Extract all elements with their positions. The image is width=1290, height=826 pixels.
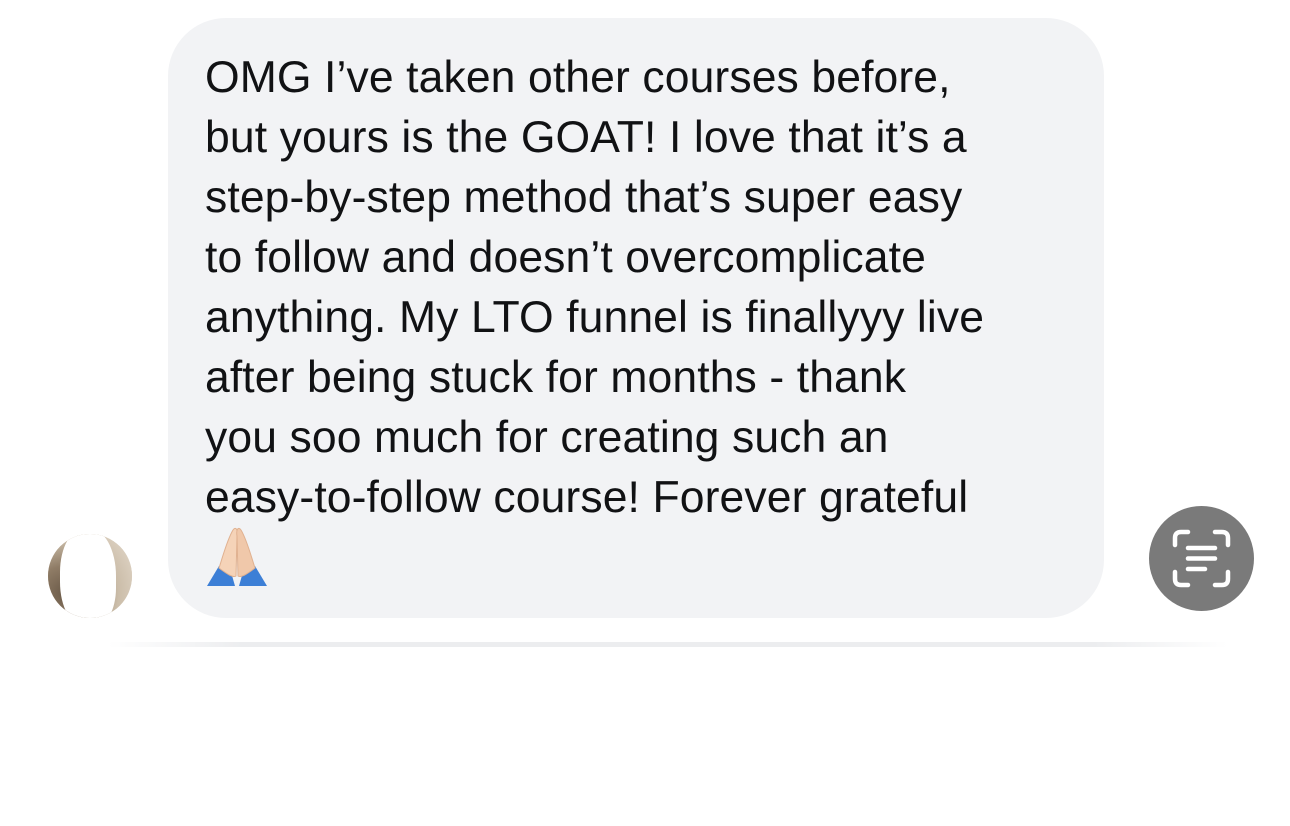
live-text-scan-button[interactable] <box>1149 506 1254 611</box>
live-text-scan-icon <box>1172 529 1231 588</box>
avatar-photo-subject <box>60 534 116 618</box>
folded-hands-emoji-icon <box>205 526 269 588</box>
message-text: OMG I’ve taken other courses before, but… <box>205 53 985 522</box>
sender-avatar[interactable] <box>48 534 132 618</box>
divider <box>108 642 1228 647</box>
message-bubble[interactable]: OMG I’ve taken other courses before, but… <box>168 18 1104 618</box>
